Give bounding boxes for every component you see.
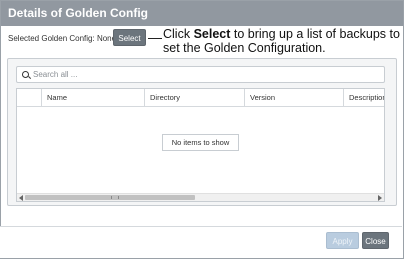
- callout-text: Click Select to bring up a list of backu…: [163, 27, 403, 55]
- column-header-version[interactable]: Version: [244, 89, 343, 106]
- horizontal-scrollbar[interactable]: [17, 193, 384, 201]
- callout-prefix: Click: [163, 27, 194, 41]
- table-header: Name Directory Version Description: [17, 89, 384, 107]
- column-header-select[interactable]: [17, 89, 41, 106]
- column-header-name[interactable]: Name: [41, 89, 144, 106]
- callout-bold: Select: [193, 27, 231, 41]
- select-button[interactable]: Select: [113, 29, 146, 46]
- selected-golden-config-label: Selected Golden Config: None: [8, 34, 117, 43]
- search-placeholder: Search all ...: [33, 70, 78, 79]
- callout-line: [148, 38, 162, 39]
- empty-message: No items to show: [162, 134, 239, 151]
- scrollbar-thumb[interactable]: [25, 195, 195, 200]
- column-header-description[interactable]: Description: [343, 89, 384, 106]
- grip-icon: [111, 196, 119, 199]
- dialog-title: Details of Golden Config: [1, 1, 403, 26]
- search-input[interactable]: Search all ...: [16, 66, 385, 83]
- search-icon: [22, 71, 29, 78]
- apply-button[interactable]: Apply: [326, 232, 359, 249]
- backup-table: Name Directory Version Description No it…: [16, 88, 385, 202]
- close-button[interactable]: Close: [362, 232, 389, 249]
- column-header-directory[interactable]: Directory: [144, 89, 244, 106]
- scroll-right-icon[interactable]: [378, 195, 382, 201]
- scroll-left-icon[interactable]: [19, 195, 23, 201]
